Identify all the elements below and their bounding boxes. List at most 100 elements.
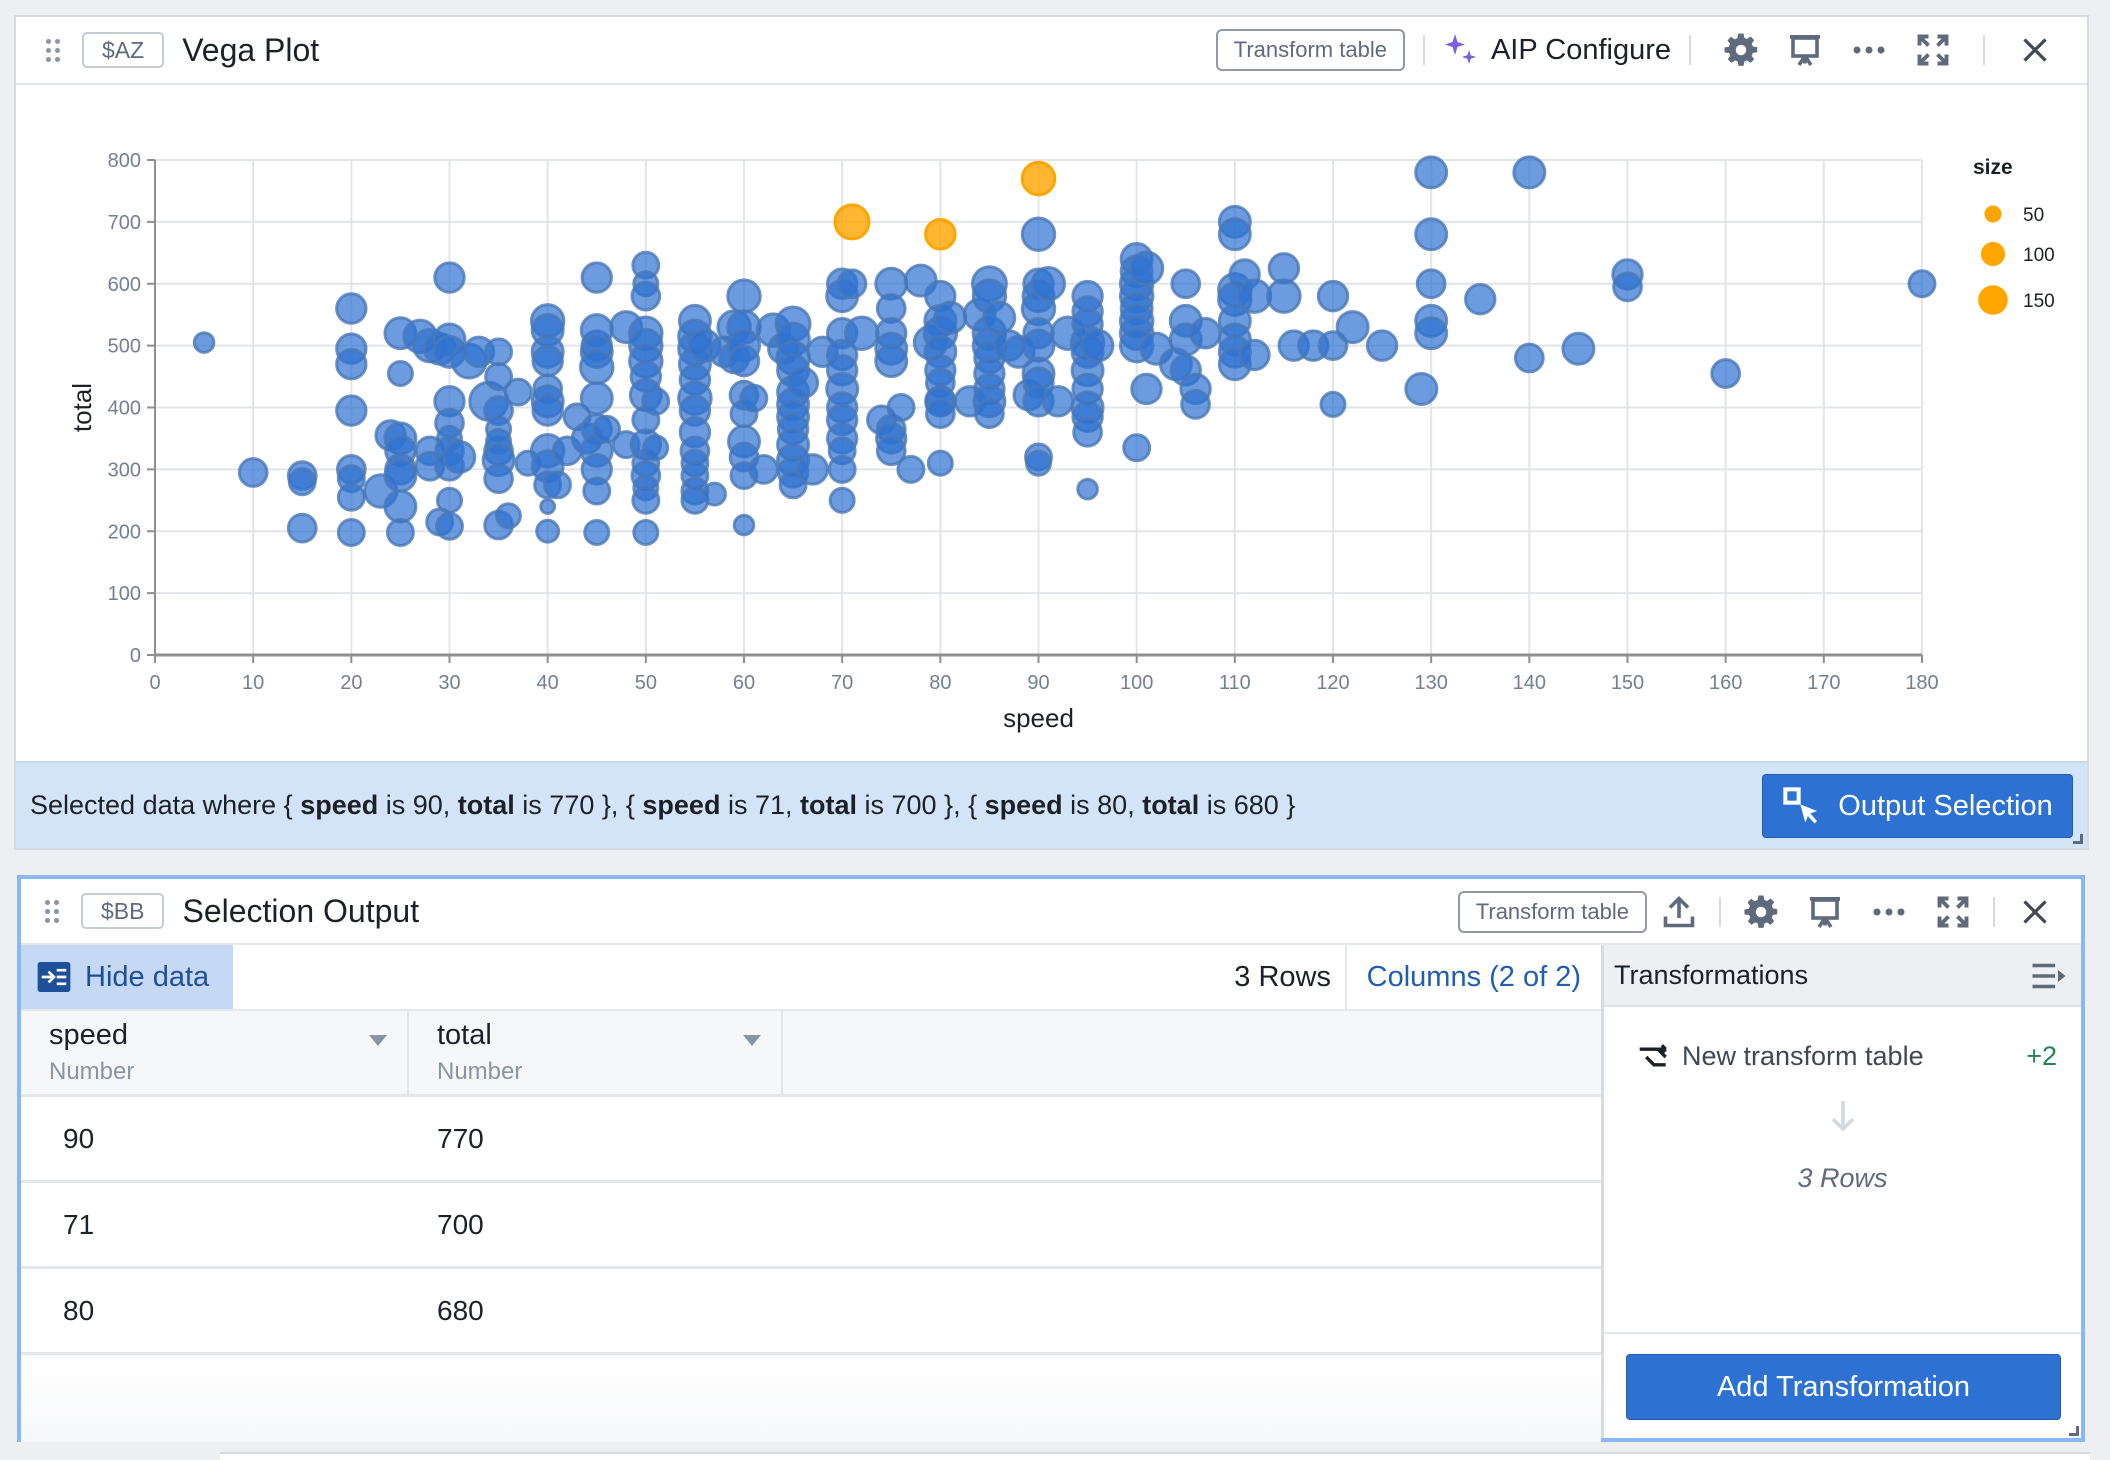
x-tick-label: 90 [1027, 672, 1049, 694]
data-point [1513, 342, 1545, 374]
legend-label: 50 [2023, 205, 2044, 226]
data-point [1236, 278, 1273, 314]
brace: { [283, 790, 301, 820]
table-row[interactable]: 80 680 [21, 1269, 1601, 1355]
add-transformation-button[interactable]: Add Transformation [1626, 1354, 2061, 1420]
data-point [933, 300, 968, 335]
vega-plot-panel: $AZ Vega Plot Transform table AIP Config… [14, 15, 2089, 850]
maximize-icon[interactable] [1911, 28, 1955, 72]
legend-label: 150 [2023, 291, 2055, 312]
data-point [1512, 155, 1547, 190]
column-name: speed [49, 1019, 129, 1051]
data-point [1020, 216, 1057, 253]
data-point [535, 518, 561, 544]
data-point [1404, 371, 1439, 406]
data-point [435, 511, 464, 541]
table-row[interactable]: 90 770 [21, 1097, 1601, 1183]
drag-handle-icon[interactable] [45, 896, 59, 926]
data-point [896, 454, 926, 484]
y-tick-label: 200 [108, 521, 141, 543]
data-point [1030, 265, 1067, 302]
more-icon[interactable] [1867, 890, 1911, 934]
panel-header: $BB Selection Output Transform table [21, 879, 2081, 945]
transform-step[interactable]: New transform table +2 [1638, 1041, 2057, 1072]
data-point [1335, 310, 1370, 345]
divider [1983, 35, 1985, 65]
x-axis-title: speed [1003, 703, 1074, 733]
table-toolbar: Hide data 3 Rows Columns (2 of 2) [21, 945, 1601, 1011]
data-point [926, 449, 954, 477]
transformations-header: Transformations [1604, 945, 2081, 1007]
gear-icon[interactable] [1719, 28, 1763, 72]
hide-data-label: Hide data [85, 960, 210, 993]
column-menu-caret-icon[interactable] [369, 1035, 387, 1046]
data-point [1180, 389, 1211, 420]
field-value: is 680 } [1199, 790, 1296, 820]
rows-count: 3 Rows [1234, 960, 1331, 993]
data-point [287, 467, 317, 497]
y-tick-label: 300 [108, 459, 141, 481]
aip-configure-button[interactable]: AIP Configure [1443, 32, 1671, 68]
data-point [494, 502, 522, 530]
columns-link[interactable]: Columns (2 of 2) [1344, 945, 1581, 1009]
data-point [1238, 338, 1271, 372]
data-point [1189, 317, 1222, 350]
data-point [335, 292, 368, 325]
column-menu-caret-icon[interactable] [743, 1035, 761, 1046]
presentation-icon[interactable] [1803, 890, 1847, 934]
selection-prefix: Selected data where [30, 790, 284, 820]
selection-output-panel: $BB Selection Output Transform table Hid… [17, 875, 2085, 1442]
y-tick-label: 800 [108, 150, 141, 172]
column-type: Number [49, 1058, 135, 1085]
divider [1993, 897, 1995, 927]
data-point [1612, 271, 1643, 303]
table-header: speed Number total Number [21, 1011, 1601, 1097]
header-actions: Transform table AIP Configure [1215, 17, 2067, 83]
transformations-panel: Transformations New transform table +2 3… [1601, 945, 2081, 1438]
data-point [974, 398, 1005, 430]
upload-icon[interactable] [1657, 890, 1701, 934]
variable-tag[interactable]: $BB [81, 893, 165, 929]
cell-speed: 90 [63, 1123, 95, 1154]
presentation-icon[interactable] [1783, 28, 1827, 72]
column-header-speed[interactable]: speed Number [21, 1011, 409, 1097]
data-point [1365, 329, 1399, 362]
data-point [786, 366, 820, 399]
resize-handle[interactable] [2069, 1426, 2079, 1436]
table-row[interactable]: 71 700 [21, 1183, 1601, 1269]
data-point [1170, 268, 1202, 300]
maximize-icon[interactable] [1931, 890, 1975, 934]
output-selection-button[interactable]: Output Selection [1762, 774, 2073, 838]
data-point [642, 434, 670, 462]
transform-table-button[interactable]: Transform table [1215, 29, 1405, 71]
data-point [1072, 416, 1103, 448]
transformations-footer: Add Transformation [1604, 1332, 2081, 1438]
drag-handle-icon[interactable] [46, 35, 60, 65]
data-point [335, 394, 368, 427]
data-point [924, 398, 956, 430]
data-point [286, 512, 318, 544]
divider [1719, 897, 1721, 927]
resize-handle[interactable] [2073, 834, 2083, 844]
x-tick-label: 150 [1611, 672, 1644, 694]
gear-icon[interactable] [1739, 890, 1783, 934]
hide-data-icon [37, 962, 71, 992]
more-icon[interactable] [1847, 28, 1891, 72]
sparkle-icon [1444, 34, 1476, 64]
transform-step-count: +2 [2026, 1041, 2057, 1071]
column-type: Number [437, 1058, 523, 1085]
scatter-chart[interactable]: 0 100 200 300 400 500 600 700 800 0 10 20 30 40 50 60 70… [16, 85, 2087, 765]
selected-data-point [833, 203, 871, 241]
data-point [383, 489, 418, 524]
collapse-panel-icon[interactable] [2031, 961, 2067, 991]
column-header-total[interactable]: total Number [409, 1011, 783, 1097]
y-tick-label: 600 [108, 274, 141, 296]
close-icon[interactable] [2013, 890, 2057, 934]
data-point [1130, 372, 1163, 406]
x-tick-label: 160 [1709, 672, 1742, 694]
close-icon[interactable] [2013, 28, 2057, 72]
transform-table-button[interactable]: Transform table [1457, 891, 1647, 933]
variable-tag[interactable]: $AZ [82, 32, 165, 68]
hide-data-button[interactable]: Hide data [21, 945, 233, 1009]
data-point [192, 331, 216, 354]
